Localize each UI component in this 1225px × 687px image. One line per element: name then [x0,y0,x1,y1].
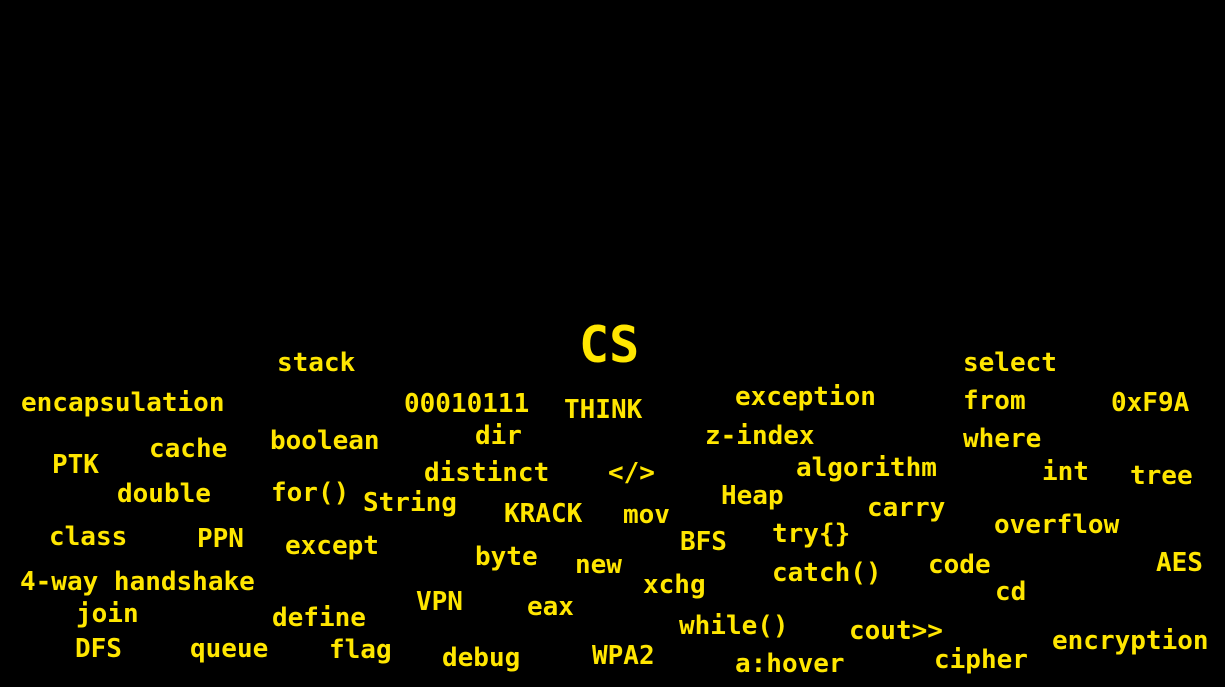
word: carry [867,493,946,523]
word: cd [995,577,1027,607]
word: encryption [1052,626,1209,656]
word: except [285,531,379,561]
word: encapsulation [21,388,225,418]
word: queue [190,634,269,664]
word: z-index [705,421,815,451]
word: </> [608,458,655,488]
word: cout>> [849,616,943,646]
word: stack [277,348,356,378]
word: int [1042,457,1089,487]
word: AES [1156,548,1203,578]
word: eax [527,592,574,622]
word: a:hover [735,649,845,679]
word-cloud: CS stack select encapsulation 00010111 T… [0,0,1225,687]
word: while() [679,611,789,641]
word: xchg [643,570,706,600]
cloud-title: CS [579,316,640,374]
word: dir [475,421,522,451]
word: boolean [270,426,380,456]
word: flag [329,635,392,665]
word: KRACK [504,499,583,529]
word: 0xF9A [1111,388,1190,418]
word: double [117,479,211,509]
word: THINK [564,395,643,425]
word: try{} [772,519,851,549]
word: cipher [934,645,1028,675]
word: 4-way handshake [20,567,255,597]
word: define [272,603,366,633]
word: VPN [416,587,463,617]
word: debug [442,643,521,673]
word: new [575,550,622,580]
word: catch() [772,558,882,588]
word: mov [623,500,670,530]
word: join [76,599,139,629]
word: PPN [197,524,244,554]
word: 00010111 [404,389,530,419]
word: tree [1130,461,1193,491]
word: BFS [680,527,727,557]
word: WPA2 [592,641,655,671]
word: DFS [75,634,122,664]
word: exception [735,382,876,412]
word: PTK [52,450,99,480]
word: overflow [994,510,1120,540]
word: algorithm [796,453,937,483]
word: select [963,348,1057,378]
word: String [363,488,457,518]
word: for() [271,478,350,508]
word: distinct [424,458,550,488]
word: from [963,386,1026,416]
word: byte [475,542,538,572]
word: where [963,424,1042,454]
word: class [49,522,128,552]
word: Heap [721,481,784,511]
word: code [928,550,991,580]
word: cache [149,434,228,464]
